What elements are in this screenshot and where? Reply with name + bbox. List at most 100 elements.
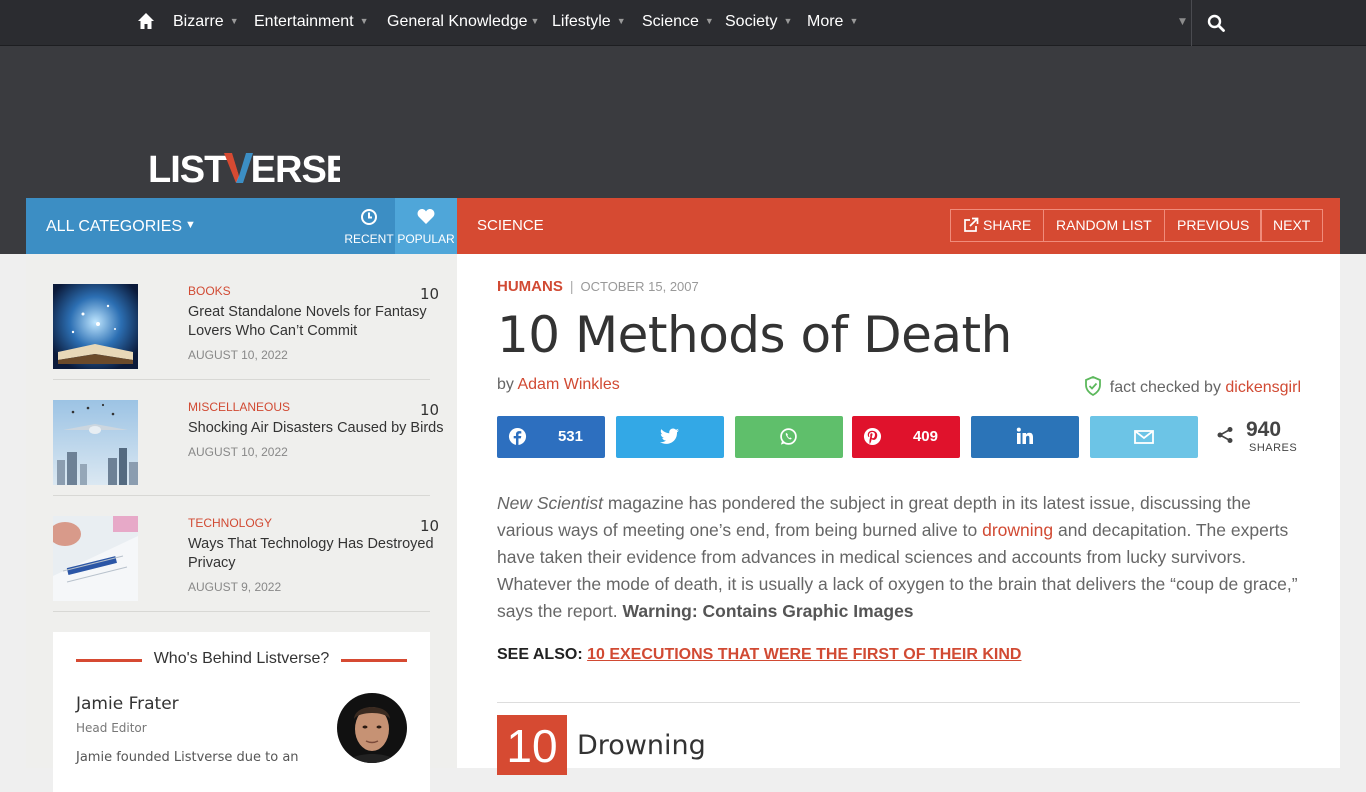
nav-item-general-knowledge[interactable]: General Knowledge ▼ xyxy=(387,0,539,42)
article-meta: HUMANS | OCTOBER 15, 2007 xyxy=(497,278,699,295)
editor-description: Jamie founded Listverse due to an xyxy=(76,750,299,765)
clock-icon xyxy=(361,209,377,225)
list-item-number: 10 xyxy=(497,715,567,775)
item-category[interactable]: BOOKS xyxy=(188,284,231,298)
external-share-icon xyxy=(964,217,979,232)
divider xyxy=(497,702,1300,703)
privacy-thumbnail-image xyxy=(53,516,138,601)
editor-role: Head Editor xyxy=(76,721,147,735)
see-also-label: SEE ALSO: xyxy=(497,646,588,663)
email-share-button[interactable] xyxy=(1090,416,1198,458)
page-title: 10 Methods of Death xyxy=(497,306,1012,364)
airplane-thumbnail-image xyxy=(53,400,138,485)
fact-check-prefix: fact checked by xyxy=(1109,379,1226,396)
share-icon xyxy=(1217,427,1233,443)
tab-popular-label: POPULAR xyxy=(397,232,455,246)
nav-item-society[interactable]: Society ▼ xyxy=(725,0,792,42)
whatsapp-icon xyxy=(780,428,797,445)
pinterest-icon xyxy=(863,427,882,446)
chevron-down-icon: ▼ xyxy=(229,16,239,26)
item-category[interactable]: MISCELLANEOUS xyxy=(188,400,290,414)
byline: by Adam Winkles xyxy=(497,376,620,394)
share-button[interactable]: SHARE xyxy=(950,209,1045,242)
item-title[interactable]: Ways That Technology Has Destroyed Priva… xyxy=(188,535,456,573)
publication-name: New Scientist xyxy=(497,493,604,513)
shield-check-icon xyxy=(1084,376,1101,397)
whatsapp-share-button[interactable] xyxy=(735,416,843,458)
see-also-link[interactable]: 10 EXECUTIONS THAT WERE THE FIRST OF THE… xyxy=(587,646,1021,663)
item-date: AUGUST 10, 2022 xyxy=(188,348,288,362)
item-category[interactable]: TECHNOLOGY xyxy=(188,516,272,530)
see-also: SEE ALSO: 10 EXECUTIONS THAT WERE THE FI… xyxy=(497,646,1021,664)
nav-item-more[interactable]: More ▼ xyxy=(807,0,858,42)
nav-item-lifestyle[interactable]: Lifestyle ▼ xyxy=(552,0,626,42)
search-icon[interactable] xyxy=(1207,14,1225,32)
linkedin-share-button[interactable] xyxy=(971,416,1079,458)
sidebar: BOOKS 10 Great Standalone Novels for Fan… xyxy=(26,254,457,792)
shares-label: SHARES xyxy=(1249,442,1298,454)
random-list-label: RANDOM LIST xyxy=(1056,217,1152,233)
item-title[interactable]: Great Standalone Novels for Fantasy Love… xyxy=(188,303,456,341)
all-categories-label: ALL CATEGORIES xyxy=(46,218,183,235)
twitter-icon xyxy=(660,428,679,444)
caret-down-icon: ▼ xyxy=(185,219,196,231)
chevron-down-icon: ▼ xyxy=(783,16,793,26)
tab-recent[interactable]: RECENT xyxy=(342,198,396,254)
facebook-share-button[interactable]: 531 xyxy=(497,416,605,458)
twitter-share-button[interactable] xyxy=(616,416,724,458)
pinterest-share-button[interactable]: 409 xyxy=(852,416,960,458)
item-date: AUGUST 9, 2022 xyxy=(188,580,282,594)
drowning-link[interactable]: drowning xyxy=(982,520,1053,540)
avatar xyxy=(337,693,407,763)
nav-item-entertainment[interactable]: Entertainment ▼ xyxy=(254,0,369,42)
chevron-down-icon: ▼ xyxy=(359,16,369,26)
pinterest-count: 409 xyxy=(912,428,938,445)
heart-icon xyxy=(417,209,435,224)
random-list-button[interactable]: RANDOM LIST xyxy=(1043,209,1165,242)
chevron-down-icon: ▼ xyxy=(704,16,714,26)
top-navigation: Bizarre ▼ Entertainment ▼ General Knowledg… xyxy=(0,0,1366,46)
list-item-title: Drowning xyxy=(577,730,706,761)
home-icon[interactable] xyxy=(137,12,155,30)
section-label[interactable]: SCIENCE xyxy=(477,198,544,254)
nav-label: Society xyxy=(725,13,778,30)
item-date: AUGUST 10, 2022 xyxy=(188,445,288,459)
next-label: NEXT xyxy=(1273,217,1311,233)
who-behind-box: Who's Behind Listverse? Jamie Frater Hea… xyxy=(53,632,430,792)
category-bar: ALL CATEGORIES ▼ RECENT POPULAR xyxy=(26,198,457,254)
article: HUMANS | OCTOBER 15, 2007 10 Methods of De… xyxy=(457,254,1340,775)
who-title-text: Who's Behind Listverse? xyxy=(147,650,336,667)
sidebar-list-item[interactable]: BOOKS 10 Great Standalone Novels for Fan… xyxy=(53,284,439,380)
all-categories-button[interactable]: ALL CATEGORIES ▼ xyxy=(46,198,196,254)
warning-text: Warning: Contains Graphic Images xyxy=(622,601,914,621)
author-link[interactable]: Adam Winkles xyxy=(517,376,619,393)
listverse-logo[interactable]: LISTVERSE xyxy=(148,150,340,186)
sidebar-list-item[interactable]: MISCELLANEOUS 10 Shocking Air Disasters … xyxy=(53,400,443,496)
nav-divider xyxy=(1191,0,1192,46)
nav-label: Lifestyle xyxy=(552,13,611,30)
who-title: Who's Behind Listverse? xyxy=(53,650,430,668)
fact-checker-link[interactable]: dickensgirl xyxy=(1225,379,1301,396)
envelope-icon xyxy=(1134,430,1154,444)
nav-item-bizarre[interactable]: Bizarre ▼ xyxy=(173,0,239,42)
nav-label: General Knowledge xyxy=(387,13,528,30)
editor-name[interactable]: Jamie Frater xyxy=(76,694,179,714)
previous-button[interactable]: PREVIOUS xyxy=(1164,209,1263,242)
item-count: 10 xyxy=(420,517,440,535)
sidebar-list-item[interactable]: TECHNOLOGY 10 Ways That Technology Has D… xyxy=(53,516,439,612)
nav-label: Bizarre xyxy=(173,13,224,30)
facebook-icon xyxy=(508,427,527,446)
tab-popular[interactable]: POPULAR xyxy=(395,198,457,254)
section-bar: SCIENCE SHARE RANDOM LIST PREVIOUS NEXT xyxy=(457,198,1340,254)
item-title[interactable]: Shocking Air Disasters Caused by Birds xyxy=(188,419,460,438)
article-intro: New Scientist magazine has pondered the … xyxy=(497,490,1307,625)
nav-item-science[interactable]: Science ▼ xyxy=(642,0,714,42)
next-button[interactable]: NEXT xyxy=(1260,209,1324,242)
topic-link[interactable]: HUMANS xyxy=(497,278,563,295)
tab-recent-label: RECENT xyxy=(344,232,394,246)
article-date: OCTOBER 15, 2007 xyxy=(580,279,699,294)
chevron-down-icon[interactable]: ▼ xyxy=(1179,0,1186,44)
chevron-down-icon: ▼ xyxy=(530,16,540,26)
book-thumbnail-image xyxy=(53,284,138,369)
byline-prefix: by xyxy=(497,376,518,393)
